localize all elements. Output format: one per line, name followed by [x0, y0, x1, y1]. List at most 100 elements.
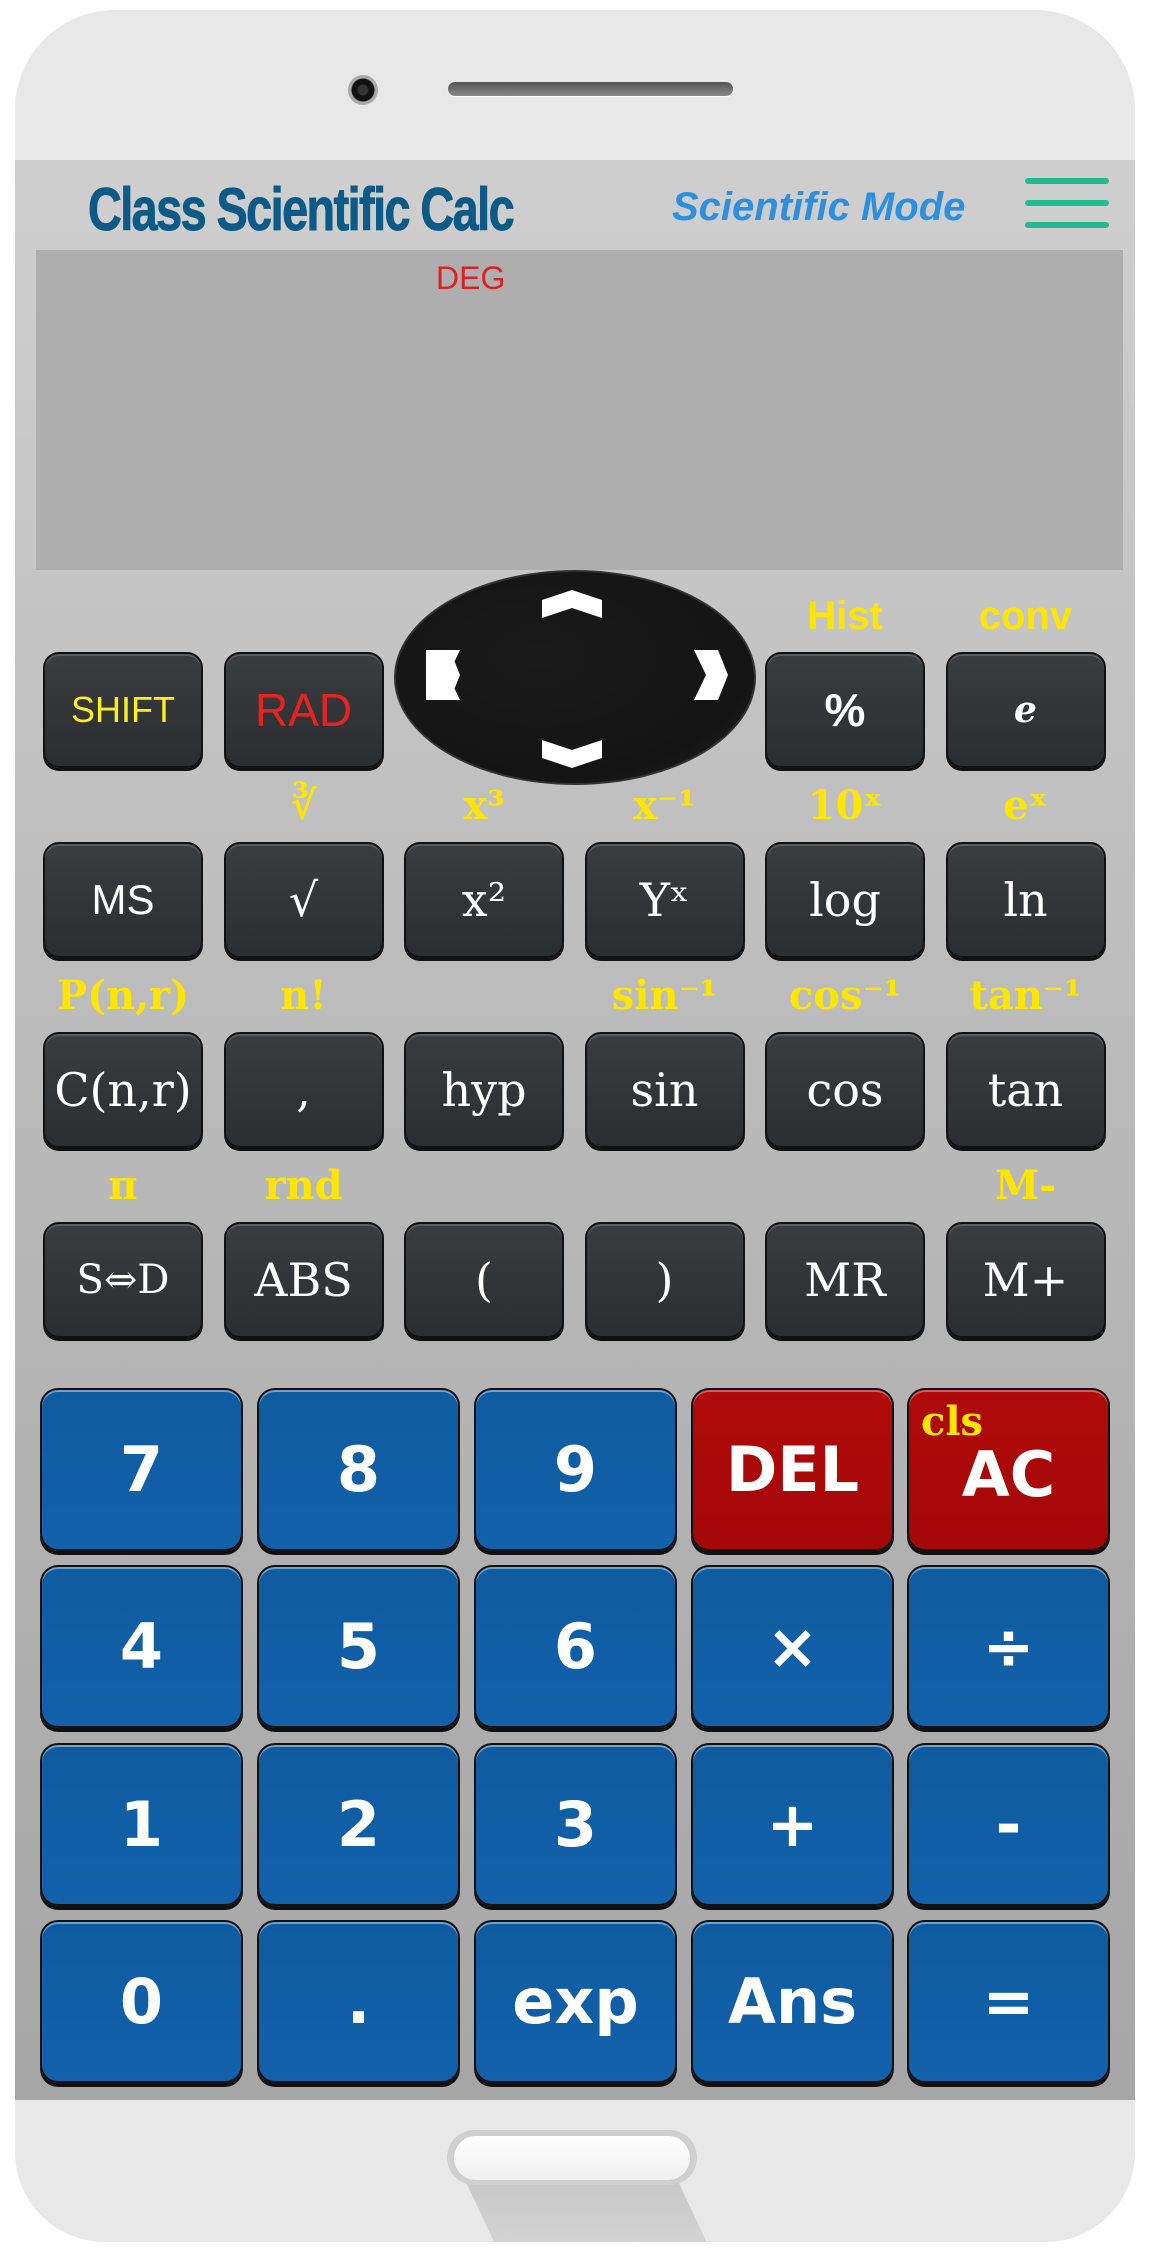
cos-key-label: cos — [806, 1063, 884, 1117]
exp-key-label: exp — [512, 1965, 639, 2038]
shift-key[interactable]: SHIFT — [43, 652, 203, 768]
comma-key[interactable]: , — [223, 1032, 384, 1148]
secondary-function-label: sin⁻¹ — [611, 972, 718, 1019]
secondary-function-label: cos⁻¹ — [788, 972, 902, 1019]
rad-key[interactable]: RAD — [223, 652, 384, 768]
key-9-label: 9 — [553, 1433, 598, 1506]
arrow-right-icon[interactable] — [694, 650, 728, 700]
key-0-label: 0 — [119, 1965, 164, 2038]
log-key[interactable]: log — [765, 842, 925, 958]
sin-key-label: sin — [630, 1063, 699, 1117]
home-button[interactable] — [454, 2136, 690, 2180]
plus-key-label: + — [766, 1788, 819, 1861]
equals-key[interactable]: = — [907, 1920, 1110, 2083]
log-key-label: log — [809, 873, 881, 927]
fraction-decimal-toggle-key-label: S⇔D — [76, 1257, 170, 1303]
minus-key[interactable]: - — [907, 1743, 1110, 1906]
decimal-point-key[interactable]: . — [257, 1920, 460, 2083]
power-key[interactable]: Yˣ — [584, 842, 745, 958]
key-6-label: 6 — [553, 1610, 598, 1683]
tan-key-label: tan — [987, 1063, 1064, 1117]
arrow-left-icon[interactable] — [426, 650, 460, 700]
secondary-function-label: ∛ — [290, 782, 317, 829]
fraction-decimal-toggle-key[interactable]: S⇔D — [43, 1222, 203, 1338]
secondary-function-label: conv — [978, 594, 1073, 638]
app-title: Class Scientific Calc — [88, 176, 515, 244]
hyp-key[interactable]: hyp — [404, 1032, 564, 1148]
memory-recall-key-label: MR — [804, 1253, 886, 1307]
delete-key[interactable]: DEL — [691, 1388, 894, 1551]
key-4-label: 4 — [119, 1610, 164, 1683]
key-8-label: 8 — [336, 1433, 381, 1506]
close-paren-key-label: ) — [655, 1253, 674, 1307]
app-screen: Class Scientific Calc Scientific Mode DE… — [15, 160, 1135, 2100]
calculator-display[interactable]: DEG — [36, 250, 1123, 570]
ln-key-label: ln — [1003, 873, 1048, 927]
multiply-key-label: × — [766, 1610, 819, 1683]
memory-store-key[interactable]: MS — [43, 842, 203, 958]
euler-key-label: e — [1014, 689, 1037, 731]
key-3[interactable]: 3 — [474, 1743, 677, 1906]
memory-add-key[interactable]: M+ — [945, 1222, 1106, 1338]
key-2[interactable]: 2 — [257, 1743, 460, 1906]
decimal-point-key-label: . — [346, 1965, 371, 2038]
cos-key[interactable]: cos — [765, 1032, 925, 1148]
all-clear-key[interactable]: cls AC — [907, 1388, 1110, 1551]
percent-key[interactable]: % — [765, 652, 925, 768]
hyp-key-label: hyp — [441, 1063, 527, 1117]
clear-screen-secondary-label: cls — [921, 1398, 984, 1445]
delete-key-label: DEL — [725, 1433, 860, 1506]
memory-add-key-label: M+ — [982, 1253, 1069, 1307]
euler-key[interactable]: e — [945, 652, 1106, 768]
key-5[interactable]: 5 — [257, 1565, 460, 1728]
secondary-function-label: x⁻¹ — [633, 782, 696, 829]
arrow-down-icon[interactable] — [542, 740, 602, 768]
arrow-up-icon[interactable] — [542, 590, 602, 618]
close-paren-key[interactable]: ) — [584, 1222, 745, 1338]
exp-key[interactable]: exp — [474, 1920, 677, 2083]
ln-key[interactable]: ln — [945, 842, 1106, 958]
minus-key-label: - — [995, 1788, 1022, 1861]
divide-key[interactable]: ÷ — [907, 1565, 1110, 1728]
sin-key[interactable]: sin — [584, 1032, 745, 1148]
power-key-label: Yˣ — [639, 873, 690, 927]
key-4[interactable]: 4 — [40, 1565, 243, 1728]
memory-recall-key[interactable]: MR — [765, 1222, 925, 1338]
secondary-function-label: 10ˣ — [807, 782, 883, 829]
square-key-label: x² — [461, 873, 507, 927]
percent-key-label: % — [824, 684, 866, 736]
hamburger-menu-icon[interactable] — [1025, 178, 1109, 230]
secondary-function-label: eˣ — [1003, 782, 1048, 829]
key-8[interactable]: 8 — [257, 1388, 460, 1551]
square-key[interactable]: x² — [404, 842, 564, 958]
comma-key-label: , — [296, 1063, 311, 1117]
square-root-key[interactable]: √ — [223, 842, 384, 958]
key-9[interactable]: 9 — [474, 1388, 677, 1551]
shift-key-label: SHIFT — [71, 689, 175, 730]
earpiece-speaker — [448, 82, 733, 96]
open-paren-key[interactable]: ( — [404, 1222, 564, 1338]
mode-label[interactable]: Scientific Mode — [672, 182, 965, 232]
divide-key-label: ÷ — [982, 1610, 1035, 1683]
combination-key[interactable]: C(n,r) — [43, 1032, 203, 1148]
key-6[interactable]: 6 — [474, 1565, 677, 1728]
answer-key[interactable]: Ans — [691, 1920, 894, 2083]
key-0[interactable]: 0 — [40, 1920, 243, 2083]
equals-key-label: = — [982, 1965, 1035, 2038]
secondary-function-label: rnd — [264, 1162, 343, 1209]
answer-key-label: Ans — [727, 1965, 858, 2038]
secondary-function-label: n! — [280, 972, 327, 1019]
open-paren-key-label: ( — [475, 1253, 493, 1307]
rad-key-label: RAD — [254, 684, 353, 736]
key-1[interactable]: 1 — [40, 1743, 243, 1906]
tan-key[interactable]: tan — [945, 1032, 1106, 1148]
phone-frame: Class Scientific Calc Scientific Mode DE… — [15, 10, 1135, 2242]
secondary-function-label: π — [108, 1162, 138, 1209]
secondary-function-label: M- — [995, 1162, 1056, 1209]
home-button-bezel — [447, 2130, 697, 2185]
plus-key[interactable]: + — [691, 1743, 894, 1906]
abs-key[interactable]: ABS — [223, 1222, 384, 1338]
multiply-key[interactable]: × — [691, 1565, 894, 1728]
combination-key-label: C(n,r) — [54, 1063, 192, 1117]
key-7[interactable]: 7 — [40, 1388, 243, 1551]
